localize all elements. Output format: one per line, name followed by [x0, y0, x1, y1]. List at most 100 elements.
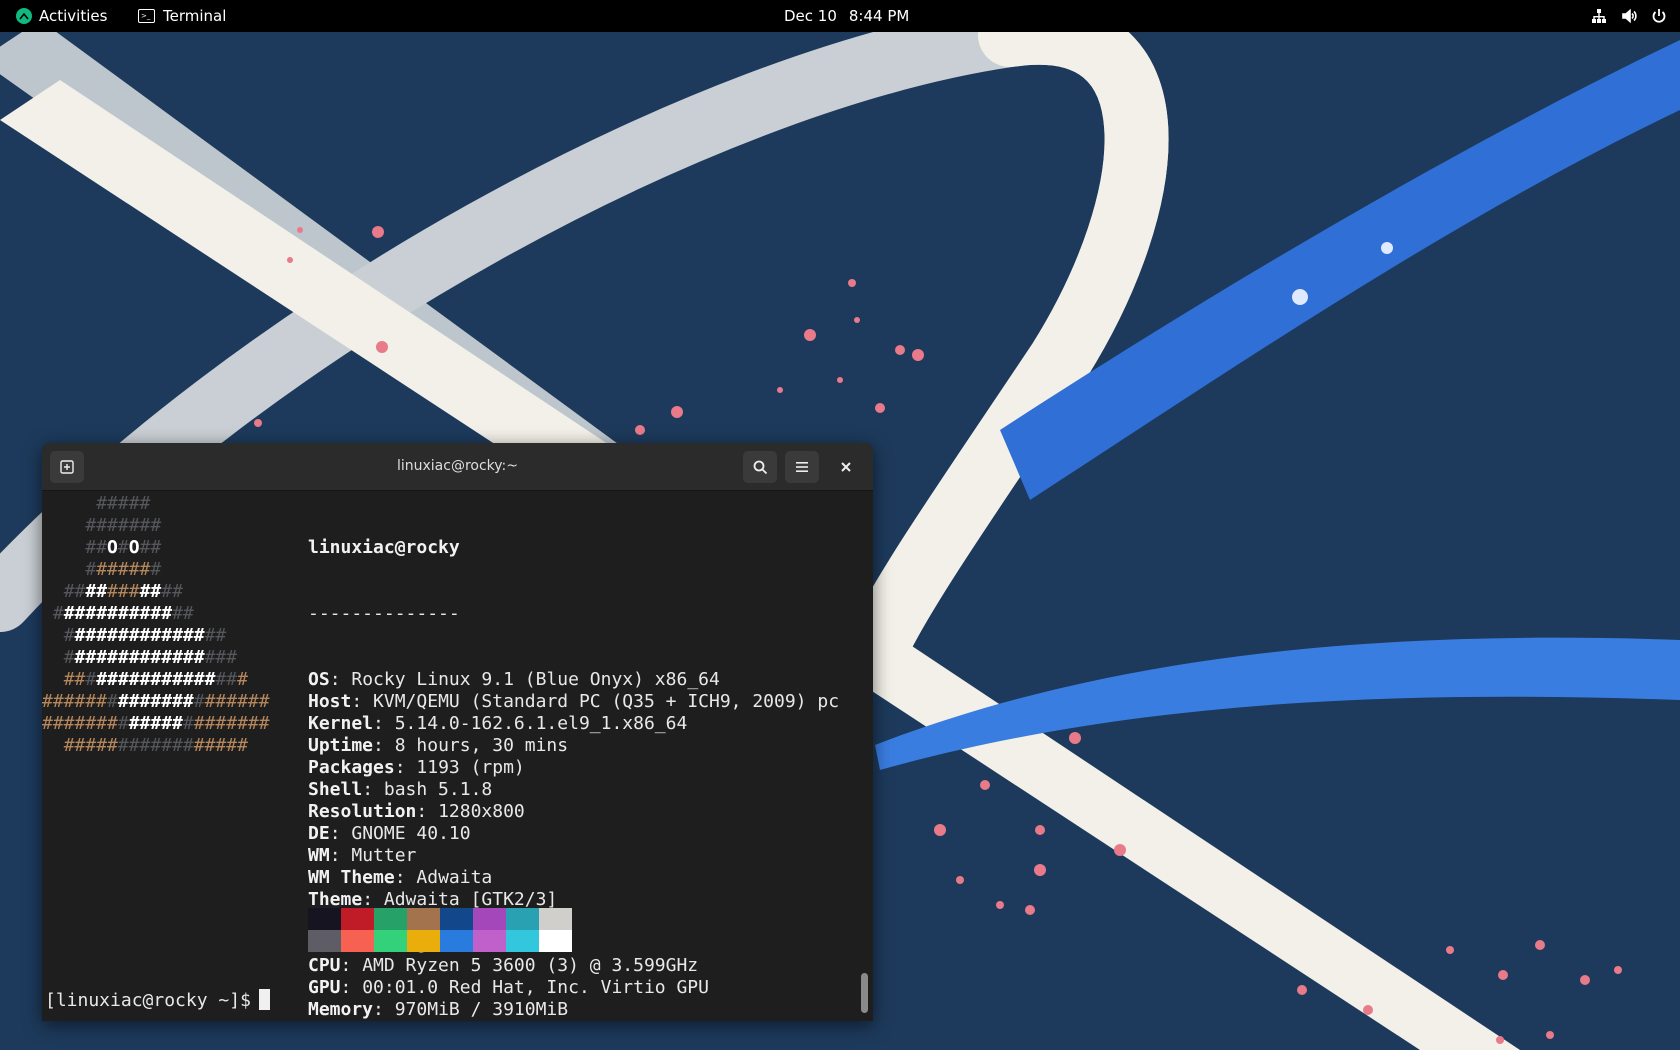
text-cursor [258, 989, 270, 1010]
ascii-logo-segment [42, 603, 53, 624]
ascii-logo-segment: # [150, 559, 162, 580]
neofetch-value: bash 5.1.8 [383, 779, 493, 800]
palette-swatch [407, 908, 440, 930]
ascii-logo-line: ################# [42, 669, 270, 691]
ascii-logo-segment: ############ [74, 625, 205, 646]
search-button[interactable] [743, 451, 777, 483]
ascii-logo-line: ############# [42, 603, 270, 625]
neofetch-value: KVM/QEMU (Standard PC (Q35 + ICH9, 2009)… [373, 691, 840, 712]
neofetch-value: Adwaita [416, 867, 493, 888]
ascii-logo-segment: # [85, 669, 97, 690]
clock-date: Dec 10 [784, 7, 837, 25]
scrollbar[interactable] [857, 491, 873, 1021]
hamburger-menu-icon [796, 462, 808, 472]
neofetch-header: linuxiac@rocky [308, 537, 460, 558]
ascii-logo-line: ##### [42, 493, 270, 515]
neofetch-value: 970MiB / 3910MiB [394, 999, 569, 1020]
ascii-logo-line: ############### [42, 625, 270, 647]
neofetch-key: WM Theme [308, 867, 395, 888]
ascii-logo-segment [42, 625, 64, 646]
neofetch-row: Host: KVM/QEMU (Standard PC (Q35 + ICH9,… [308, 691, 839, 713]
wallpaper-dot [1381, 242, 1393, 254]
neofetch-value: Mutter [351, 845, 417, 866]
ascii-logo-segment [42, 669, 64, 690]
shell-prompt-line[interactable]: [linuxiac@rocky ~]$ [45, 989, 270, 1013]
ascii-logo-segment: ### [204, 647, 238, 668]
ascii-logo-segment: O [107, 537, 118, 558]
close-icon [841, 462, 851, 472]
neofetch-rows: OS: Rocky Linux 9.1 (Blue Onyx) x86_64 Ho… [308, 669, 839, 1021]
ascii-logo-segment: ## [85, 537, 108, 558]
neofetch-colon: : [394, 867, 417, 888]
ascii-logo-line: ################# [42, 735, 270, 757]
wallpaper-dot [1292, 289, 1308, 305]
neofetch-colon: : [373, 735, 395, 756]
neofetch-key: Uptime [308, 735, 374, 756]
top-bar: Activities >_ Terminal Dec 10 8:44 PM [0, 0, 1680, 32]
ascii-logo-segment: ###### [204, 691, 270, 712]
network-icon [1590, 7, 1608, 25]
palette-swatch [473, 930, 506, 952]
palette-swatch [407, 930, 440, 952]
rocky-logo-icon [16, 8, 32, 24]
neofetch-colon: : [351, 691, 374, 712]
ascii-logo-segment: # [237, 669, 248, 690]
terminal-app-icon: >_ [138, 9, 155, 23]
ascii-logo-segment: ## [63, 669, 86, 690]
menu-button[interactable] [785, 451, 819, 483]
ascii-logo-segment: ####### [117, 691, 194, 712]
neofetch-row: Memory: 970MiB / 3910MiB [308, 999, 839, 1021]
system-status-menu[interactable] [1590, 0, 1668, 32]
neofetch-row: GPU: 00:01.0 Red Hat, Inc. Virtio GPU [308, 977, 839, 999]
neofetch-key: WM [308, 845, 330, 866]
neofetch-key: Memory [308, 999, 374, 1020]
ascii-logo-segment: ########## [63, 603, 173, 624]
terminal-content[interactable]: ##### ####### ##O#O## ####### ##########… [42, 491, 858, 1021]
palette-swatch [374, 908, 407, 930]
ascii-logo-segment: ##### [96, 559, 151, 580]
new-tab-button[interactable] [50, 451, 84, 483]
ascii-logo-segment: ## [139, 581, 162, 602]
neofetch-colon: : [373, 999, 395, 1020]
activities-label: Activities [39, 7, 108, 25]
ascii-logo-segment: # [52, 603, 64, 624]
palette-swatch [539, 930, 572, 952]
neofetch-value: Adwaita [GTK2/3] [383, 889, 558, 910]
ascii-logo-segment: # [63, 625, 75, 646]
neofetch-key: OS [308, 669, 330, 690]
clock-button[interactable]: Dec 10 8:44 PM [784, 0, 909, 32]
app-menu-button[interactable]: >_ Terminal [138, 0, 226, 32]
palette-swatch [308, 930, 341, 952]
scrollbar-thumb[interactable] [861, 973, 868, 1013]
ascii-logo-segment: # [63, 647, 75, 668]
ascii-logo-segment: O [128, 537, 140, 558]
shell-prompt: [linuxiac@rocky ~]$ [45, 990, 251, 1011]
ascii-logo-segment: ## [161, 581, 183, 602]
ascii-logo-line: ##################### [42, 691, 270, 713]
palette-swatch [341, 908, 374, 930]
ascii-logo-segment: ####### [117, 735, 194, 756]
ascii-logo-segment: ## [85, 581, 108, 602]
ascii-logo-segment: ##### [96, 493, 151, 514]
neofetch-value: Rocky Linux 9.1 (Blue Onyx) x86_64 [351, 669, 720, 690]
activities-button[interactable]: Activities [16, 0, 107, 32]
neofetch-row: OS: Rocky Linux 9.1 (Blue Onyx) x86_64 [308, 669, 839, 691]
neofetch-colon: : [362, 779, 384, 800]
palette-swatch [473, 908, 506, 930]
ascii-logo-line: ########### [42, 581, 270, 603]
ascii-logo-segment [42, 537, 85, 558]
close-button[interactable] [829, 451, 863, 483]
ascii-logo-segment: ## [215, 669, 238, 690]
ascii-logo-line: ####### [42, 559, 270, 581]
ascii-logo-segment: ##### [193, 735, 248, 756]
ascii-logo-segment [42, 581, 64, 602]
terminal-window: linuxiac@rocky:~ ##### ####### ##O#O## #… [42, 443, 873, 1021]
ascii-logo-segment: ##### [63, 735, 118, 756]
ascii-logo-segment: ### [107, 581, 140, 602]
ascii-logo-line: ##O#O## [42, 537, 270, 559]
neofetch-key: Packages [308, 757, 395, 778]
neofetch-value: 1280x800 [438, 801, 525, 822]
neofetch-row: Shell: bash 5.1.8 [308, 779, 839, 801]
neofetch-colon: : [340, 977, 363, 998]
palette-swatch [440, 908, 473, 930]
